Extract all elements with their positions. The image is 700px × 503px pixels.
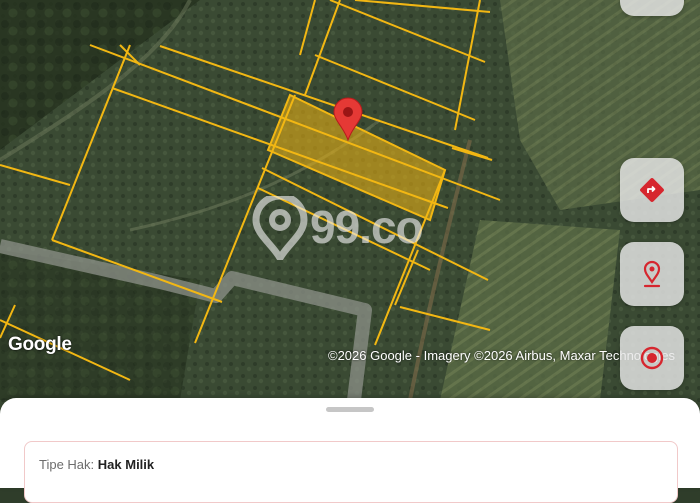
target-icon [640, 346, 664, 370]
directions-icon [640, 178, 664, 202]
my-location-button[interactable] [620, 326, 684, 390]
watermark-logo: 99.co [252, 192, 452, 266]
land-title-row: Tipe Hak: Hak Milik [39, 457, 154, 472]
google-logo: Google [8, 334, 72, 355]
sheet-drag-handle[interactable] [326, 407, 374, 412]
land-title-label: Tipe Hak: [39, 457, 95, 472]
map-control-button[interactable] [620, 0, 684, 16]
watermark-pin-icon [252, 192, 308, 266]
directions-button[interactable] [620, 158, 684, 222]
location-pin-button[interactable] [620, 242, 684, 306]
property-info-card: Tipe Hak: Hak Milik [24, 441, 678, 503]
watermark-text: 99.co [310, 201, 424, 253]
location-pin-icon [643, 260, 661, 288]
bottom-sheet[interactable]: Tipe Hak: Hak Milik [0, 398, 700, 503]
land-title-value: Hak Milik [97, 457, 155, 472]
